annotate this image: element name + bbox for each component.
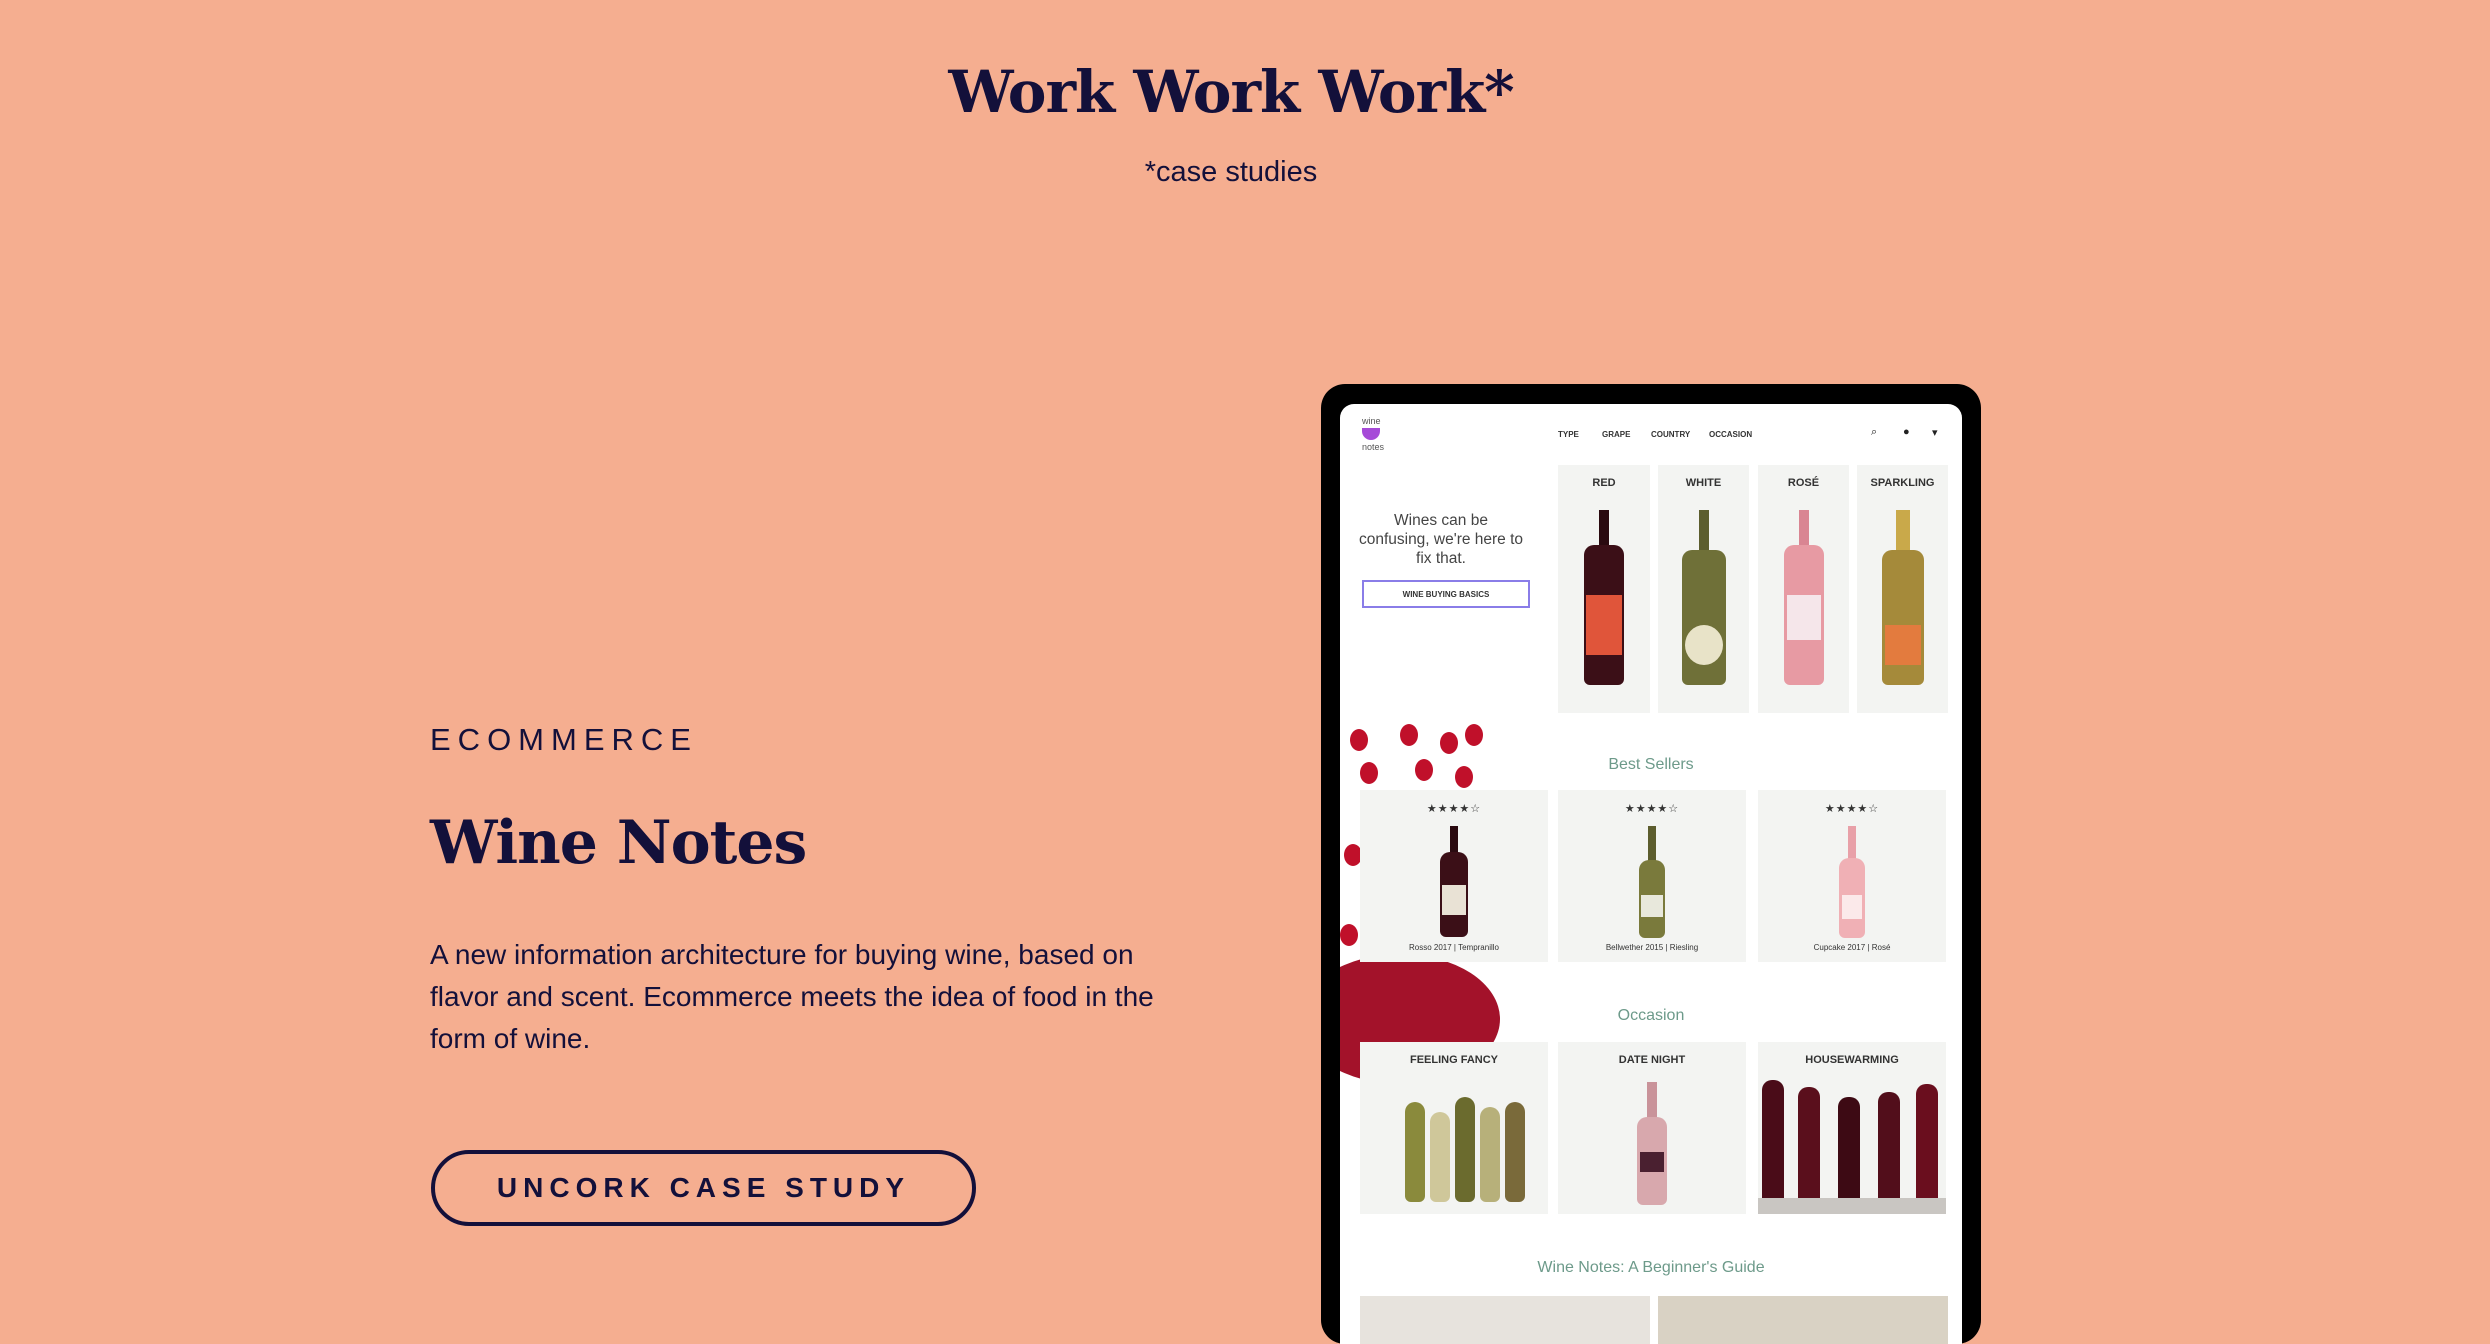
occasion-label: FEELING FANCY — [1409, 1054, 1498, 1066]
wine-bottle — [1838, 1097, 1860, 1208]
type-label: WHITE — [1685, 477, 1722, 489]
type-label: SPARKLING — [1870, 477, 1935, 489]
wine-bottle — [1798, 1087, 1820, 1208]
bottle-foil — [1647, 1082, 1657, 1122]
type-tile-sparkling[interactable]: SPARKLING — [1857, 465, 1948, 713]
project-category: ECOMMERCE — [430, 722, 698, 757]
product-caption: Cupcake 2017 | Rosé — [1813, 943, 1891, 952]
best-seller-card[interactable]: ★★★★☆ Bellwether 2015 | Riesling — [1558, 790, 1746, 962]
bottle-label — [1641, 895, 1663, 917]
occasion-title: Occasion — [1617, 1007, 1685, 1024]
bottle-neck — [1848, 826, 1856, 862]
wine-notes-logo[interactable]: wine notes — [1362, 416, 1384, 452]
wine-bottle — [1916, 1084, 1938, 1208]
bottle-neck — [1648, 826, 1656, 864]
logo-text-top: wine — [1362, 416, 1381, 426]
occasion-card-feeling-fancy[interactable]: FEELING FANCY — [1360, 1042, 1548, 1214]
bottle-label — [1684, 625, 1723, 665]
nav-grape[interactable]: GRAPE — [1602, 430, 1630, 439]
wine-bottle — [1762, 1080, 1784, 1208]
table-surface — [1758, 1198, 1946, 1214]
type-label: RED — [1592, 477, 1616, 489]
occasion-card-date-night[interactable]: DATE NIGHT — [1558, 1042, 1746, 1214]
occasion-card-housewarming[interactable]: HOUSEWARMING — [1758, 1042, 1946, 1214]
bottle-label — [1640, 1152, 1664, 1172]
nav-type[interactable]: TYPE — [1558, 430, 1579, 439]
nav-occasion[interactable]: OCCASION — [1709, 430, 1752, 439]
bottle-label — [1842, 895, 1862, 919]
logo-text-bottom: notes — [1362, 442, 1385, 452]
wine-bottle — [1878, 1092, 1900, 1208]
wine-bottle — [1430, 1112, 1450, 1202]
guide-card[interactable] — [1658, 1296, 1948, 1344]
occasion-label: HOUSEWARMING — [1805, 1054, 1899, 1066]
bottle-label — [1442, 885, 1466, 915]
project-title: Wine Notes — [430, 808, 807, 878]
tablet-mockup[interactable]: wine notes TYPE GRAPE COUNTRY OCCASION ⌕… — [1321, 384, 1981, 1344]
wine-bottle — [1480, 1107, 1500, 1202]
bottle-label — [1786, 595, 1821, 640]
user-icon[interactable]: ● — [1903, 426, 1910, 438]
cart-icon[interactable]: ▾ — [1932, 426, 1938, 439]
project-description: A new information architecture for buyin… — [430, 939, 1154, 1054]
wine-bottle — [1455, 1097, 1475, 1202]
bottle-neck — [1698, 510, 1709, 555]
uncork-case-study-button[interactable]: UNCORK CASE STUDY — [431, 1150, 976, 1226]
rating-stars: ★★★★☆ — [1824, 803, 1880, 815]
bottle-neck — [1798, 510, 1809, 550]
page-subheading: *case studies — [1144, 156, 1318, 188]
wine-bottle — [1505, 1102, 1525, 1202]
occasion-label: DATE NIGHT — [1618, 1054, 1686, 1066]
nav-country[interactable]: COUNTRY — [1651, 430, 1690, 439]
bottle-label — [1884, 625, 1921, 665]
hero-text: Wines can be confusing, we're here to fi… — [1358, 512, 1524, 567]
type-label: ROSÉ — [1787, 477, 1820, 489]
bottle-foil — [1895, 510, 1910, 555]
product-caption: Bellwether 2015 | Riesling — [1605, 943, 1699, 952]
bottle-neck — [1599, 510, 1609, 550]
guide-title: Wine Notes: A Beginner's Guide — [1537, 1259, 1765, 1276]
bottle-label — [1586, 595, 1622, 655]
search-icon[interactable]: ⌕ — [1871, 426, 1877, 439]
best-sellers-title: Best Sellers — [1608, 756, 1694, 773]
best-seller-card[interactable]: ★★★★☆ Rosso 2017 | Tempranillo — [1360, 790, 1548, 962]
product-caption: Rosso 2017 | Tempranillo — [1409, 943, 1499, 952]
page-heading: Work Work Work* — [948, 58, 1514, 126]
wine-buying-basics-button[interactable]: WINE BUYING BASICS — [1362, 580, 1530, 608]
wine-glass-icon — [1362, 428, 1380, 440]
wine-bottle — [1405, 1102, 1425, 1202]
type-tile-white[interactable]: WHITE — [1658, 465, 1749, 713]
rating-stars: ★★★★☆ — [1624, 803, 1680, 815]
type-tile-rose[interactable]: ROSÉ — [1758, 465, 1849, 713]
tablet-screen: wine notes TYPE GRAPE COUNTRY OCCASION ⌕… — [1340, 404, 1962, 1344]
guide-card[interactable] — [1360, 1296, 1650, 1344]
best-seller-card[interactable]: ★★★★☆ Cupcake 2017 | Rosé — [1758, 790, 1946, 962]
type-tile-red[interactable]: RED — [1558, 465, 1650, 713]
rating-stars: ★★★★☆ — [1426, 803, 1482, 815]
